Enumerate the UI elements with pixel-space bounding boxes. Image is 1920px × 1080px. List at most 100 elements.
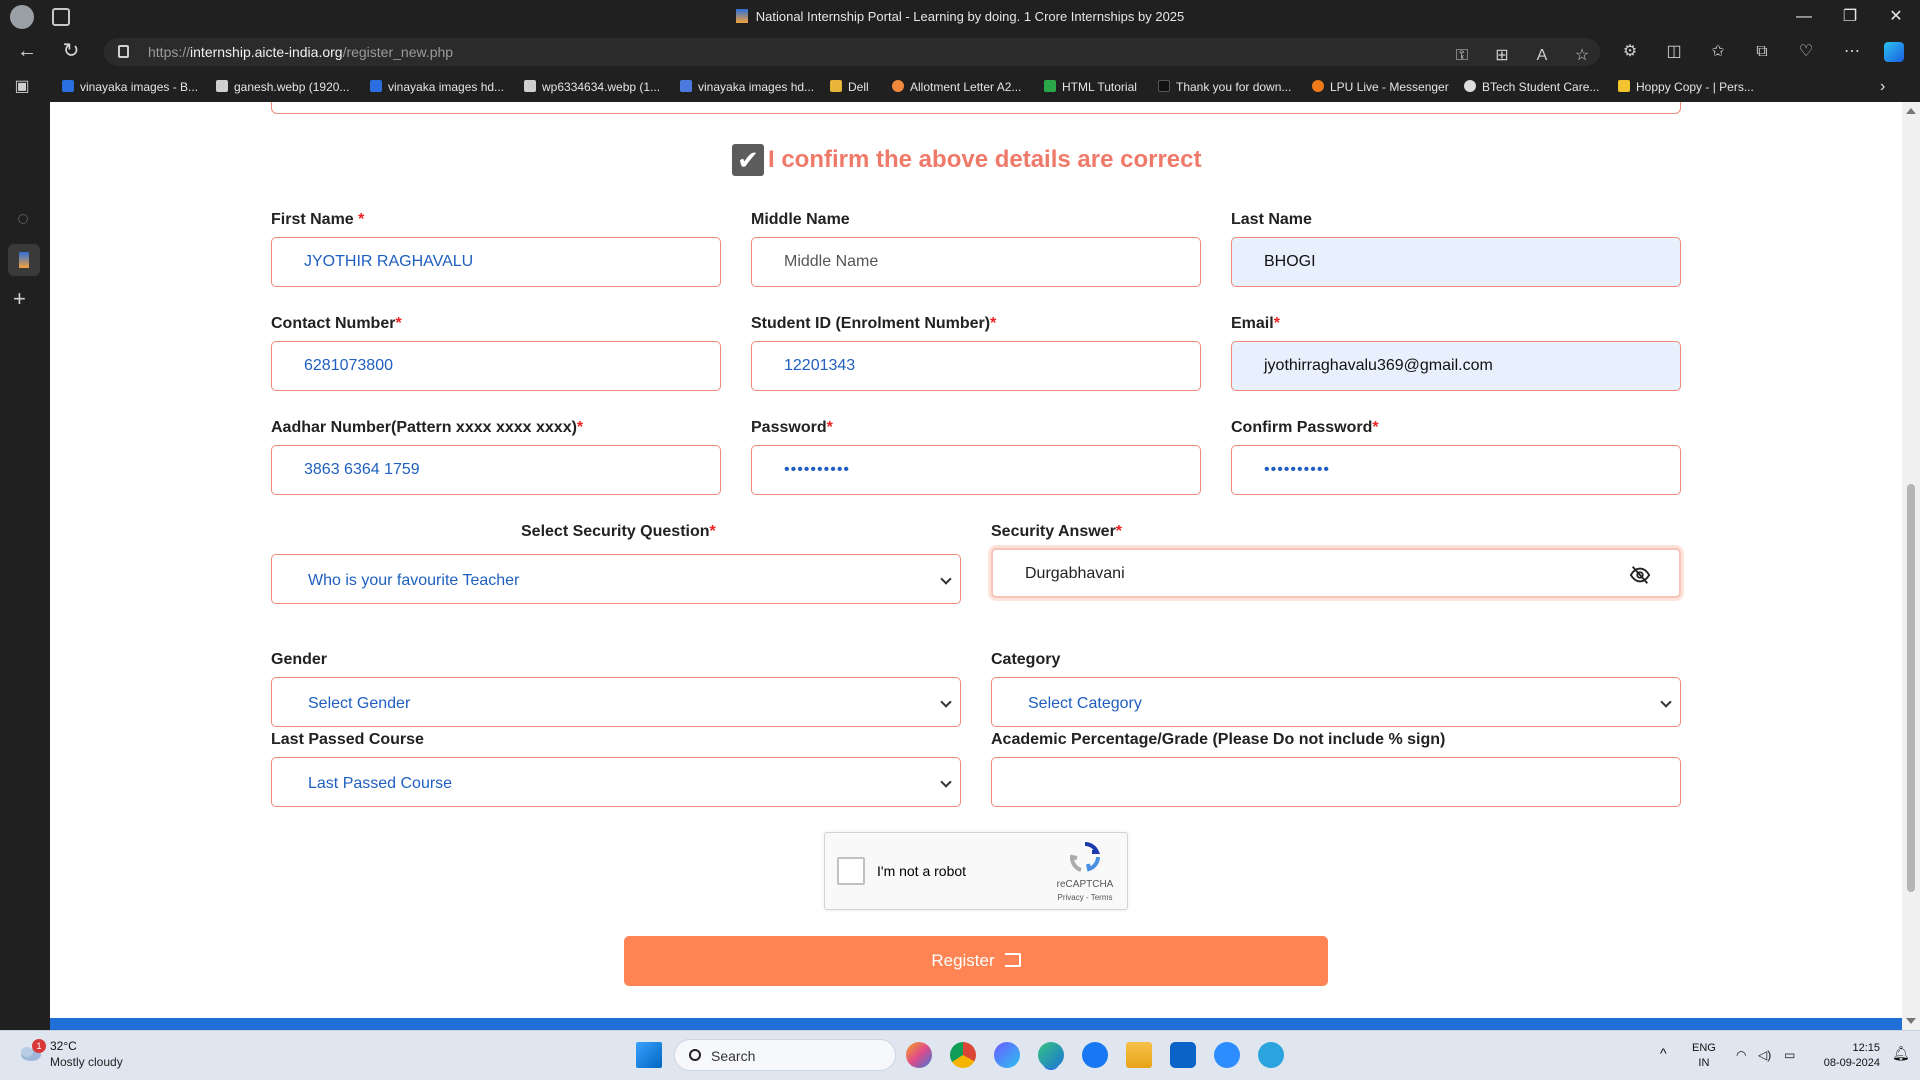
password-field[interactable]: ••••••••••	[751, 445, 1201, 495]
confirm-details[interactable]: ✔ I confirm the above details are correct	[732, 144, 1202, 178]
bookmark-item[interactable]: Allotment Letter A2...	[892, 77, 1021, 97]
page-scrollbar[interactable]	[1902, 102, 1920, 1030]
first-name-label: First Name *	[271, 211, 365, 228]
tab-actions-icon[interactable]: ▣	[12, 77, 32, 97]
site-icon	[892, 80, 904, 92]
student-id-field[interactable]: 12201343	[751, 341, 1201, 391]
email-field[interactable]: jyothirraghavalu369@gmail.com	[1231, 341, 1681, 391]
chevron-down-icon	[940, 696, 952, 708]
taskbar-search[interactable]: Search	[674, 1039, 896, 1071]
search-icon	[680, 80, 692, 92]
copilot-taskbar-icon[interactable]	[906, 1042, 932, 1068]
bookmark-item[interactable]: Hoppy Copy - | Pers...	[1618, 77, 1754, 97]
more-menu-icon[interactable]: ⋯	[1842, 42, 1862, 62]
register-button[interactable]: Register	[624, 936, 1328, 986]
page-icon	[216, 80, 228, 92]
confirm-password-label: Confirm Password*	[1231, 419, 1379, 436]
minimize-icon[interactable]: —	[1784, 4, 1824, 30]
aadhar-field[interactable]: 3863 6364 1759	[271, 445, 721, 495]
gender-select[interactable]: Select Gender	[271, 677, 961, 727]
windows-start-icon[interactable]	[636, 1042, 662, 1068]
notifications-bell-icon[interactable]: 🔔︎	[1892, 1045, 1910, 1062]
edge-icon[interactable]	[1038, 1042, 1064, 1068]
scroll-up-icon[interactable]	[1906, 108, 1916, 114]
split-screen-icon[interactable]: ◫	[1664, 42, 1684, 62]
security-answer-field[interactable]: Durgabhavani	[991, 548, 1681, 598]
restore-icon[interactable]: ❐	[1830, 4, 1870, 30]
middle-name-field[interactable]: Middle Name	[751, 237, 1201, 287]
wifi-icon[interactable]: ◠	[1736, 1048, 1746, 1062]
recaptcha-brand: reCAPTCHA	[1056, 879, 1114, 890]
contact-number-field[interactable]: 6281073800	[271, 341, 721, 391]
zoom-icon[interactable]	[1214, 1042, 1240, 1068]
address-bar[interactable]: https://internship.aicte-india.org/regis…	[104, 38, 1600, 66]
bookmark-item[interactable]: BTech Student Care...	[1464, 77, 1599, 97]
bookmark-item[interactable]: vinayaka images - B...	[62, 77, 198, 97]
w3schools-icon	[1044, 80, 1056, 92]
app-available-icon[interactable]: ⊞	[1492, 46, 1512, 66]
globe-icon	[1464, 80, 1476, 92]
bookmark-item[interactable]: LPU Live - Messenger	[1312, 77, 1449, 97]
security-question-select[interactable]: Who is your favourite Teacher	[271, 554, 961, 604]
refresh-icon[interactable]: ↻	[56, 38, 86, 64]
aadhar-label: Aadhar Number(Pattern xxxx xxxx xxxx)*	[271, 419, 584, 436]
student-id-label: Student ID (Enrolment Number)*	[751, 315, 997, 332]
bing-icon	[370, 80, 382, 92]
scroll-down-icon[interactable]	[1906, 1018, 1916, 1024]
extensions-icon[interactable]: ⚙	[1620, 42, 1640, 62]
taskbar-clock[interactable]: 12:15 08-09-2024	[1810, 1041, 1880, 1071]
read-aloud-icon[interactable]: A	[1532, 46, 1552, 66]
bookmark-item[interactable]: vinayaka images hd...	[680, 77, 814, 97]
chrome-icon[interactable]	[950, 1042, 976, 1068]
bookmark-item[interactable]: vinayaka images hd...	[370, 77, 504, 97]
academic-percentage-field[interactable]	[991, 757, 1681, 807]
telegram-icon[interactable]	[1258, 1042, 1284, 1068]
last-passed-course-select[interactable]: Last Passed Course	[271, 757, 961, 807]
bookmark-folder[interactable]: Dell	[830, 77, 869, 97]
bookmark-item[interactable]: HTML Tutorial	[1044, 77, 1137, 97]
password-key-icon[interactable]: ⚿	[1452, 46, 1472, 66]
bookmark-item[interactable]: ganesh.webp (1920...	[216, 77, 349, 97]
volume-icon[interactable]: ◁)	[1758, 1048, 1771, 1062]
security-question-label: Select Security Question*	[521, 523, 716, 540]
lock-icon[interactable]	[118, 45, 129, 58]
title-bar: National Internship Portal - Learning by…	[0, 0, 1920, 34]
tab-national-internship-portal[interactable]	[8, 244, 40, 276]
file-explorer-icon[interactable]	[1126, 1042, 1152, 1068]
confirm-text: I confirm the above details are correct	[768, 146, 1202, 173]
confirm-password-field[interactable]: ••••••••••	[1231, 445, 1681, 495]
show-hidden-icons-chevron-icon[interactable]: ^	[1660, 1045, 1667, 1061]
weather-temperature[interactable]: 32°C	[50, 1039, 77, 1053]
last-name-field[interactable]: BHOGI	[1231, 237, 1681, 287]
vertical-tab-strip: +	[0, 102, 50, 1030]
category-select[interactable]: Select Category	[991, 677, 1681, 727]
recaptcha-checkbox[interactable]	[837, 857, 865, 885]
eye-slash-icon[interactable]	[1629, 564, 1651, 586]
new-tab-icon[interactable]: +	[13, 286, 26, 312]
battery-icon[interactable]: ▭	[1784, 1048, 1795, 1062]
tab-search-icon[interactable]	[18, 214, 28, 224]
folder-icon	[830, 80, 842, 92]
back-icon[interactable]: ←	[12, 38, 42, 64]
previous-field-bottom[interactable]	[271, 102, 1681, 114]
outlook-icon[interactable]	[1170, 1042, 1196, 1068]
favorites-icon[interactable]: ✩	[1708, 42, 1728, 62]
first-name-field[interactable]: JYOTHIR RAGHAVALU	[271, 237, 721, 287]
language-indicator[interactable]: ENG IN	[1692, 1041, 1716, 1071]
scrollbar-thumb[interactable]	[1907, 484, 1915, 892]
close-window-icon[interactable]: ✕	[1876, 4, 1916, 30]
checkbox-checked-icon[interactable]: ✔	[732, 144, 764, 176]
collections-icon[interactable]: ⧉	[1752, 42, 1772, 62]
weather-summary[interactable]: Mostly cloudy	[50, 1055, 123, 1069]
recaptcha-privacy-terms-link[interactable]: Privacy - Terms	[1049, 893, 1121, 902]
bookmarks-overflow-chevron-icon[interactable]: ›	[1880, 77, 1885, 97]
copilot-app-icon[interactable]	[994, 1042, 1020, 1068]
browser-essentials-icon[interactable]: ♡	[1796, 42, 1816, 62]
copilot-icon[interactable]	[1884, 42, 1904, 62]
url-text[interactable]: https://internship.aicte-india.org/regis…	[148, 44, 453, 60]
bookmark-item[interactable]: wp6334634.webp (1...	[524, 77, 660, 97]
address-row: ← ↻ https://internship.aicte-india.org/r…	[0, 34, 1920, 68]
favorite-star-icon[interactable]: ☆	[1572, 46, 1592, 66]
bookmark-item[interactable]: Thank you for down...	[1158, 77, 1291, 97]
facebook-icon[interactable]	[1082, 1042, 1108, 1068]
